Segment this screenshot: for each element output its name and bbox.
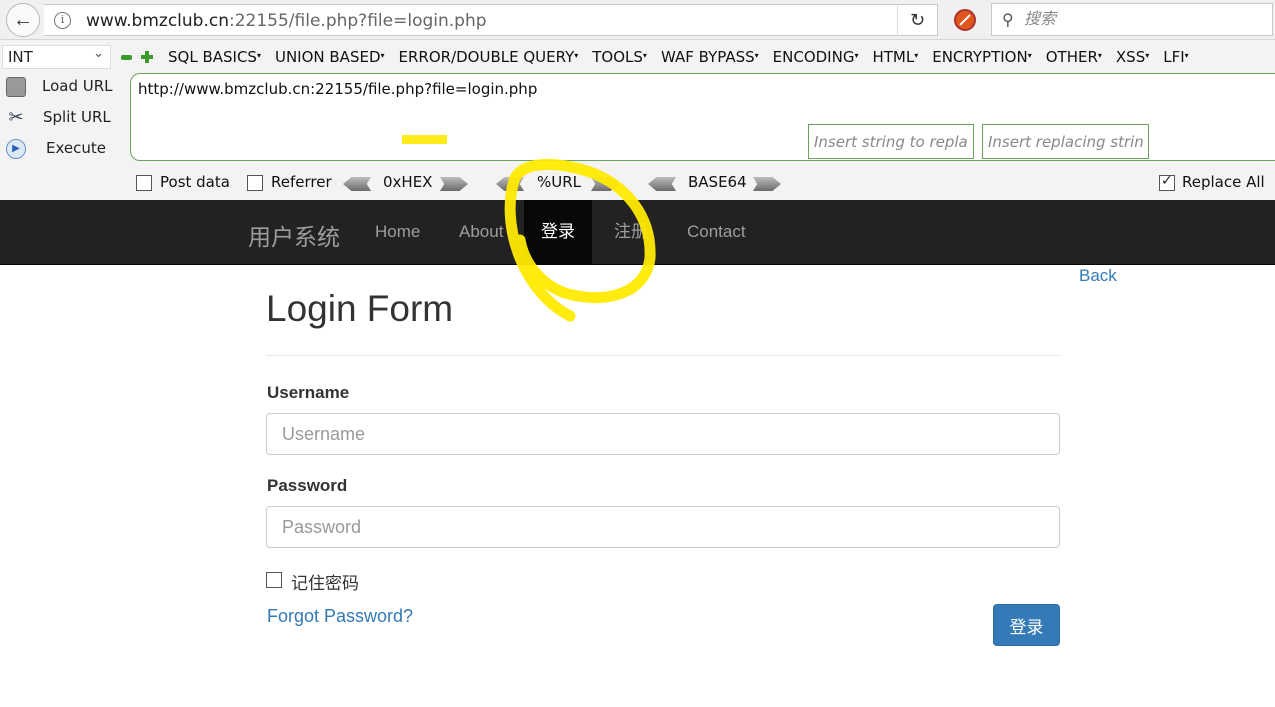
address-bar[interactable]: i www.bmzclub.cn:22155/file.php?file=log… <box>44 4 938 36</box>
hex-label: 0xHEX <box>383 173 433 191</box>
menu-arrow-icon: ▾ <box>574 51 579 60</box>
back-link[interactable]: Back <box>1079 266 1117 286</box>
scissors-icon: ✂ <box>8 107 24 128</box>
replace-all-label: Replace All <box>1182 173 1265 191</box>
load-url-button[interactable]: Load URL <box>6 74 121 102</box>
hackbar-menu-union-based[interactable]: UNION BASED▾ <box>275 48 385 66</box>
hackbar-menu-encoding[interactable]: ENCODING▾ <box>773 48 859 66</box>
hackbar-menu-waf-bypass[interactable]: WAF BYPASS▾ <box>661 48 759 66</box>
back-arrow-icon[interactable]: ← <box>6 3 40 37</box>
hackbar-options-row: Post data Referrer 0xHEX %URL BASE64 Rep… <box>0 168 1275 198</box>
nav-home[interactable]: Home <box>358 200 437 264</box>
menu-arrow-icon: ▾ <box>1184 51 1189 60</box>
page-title: Login Form <box>266 288 454 329</box>
hackbar-menu-sql-basics[interactable]: SQL BASICS▾ <box>168 48 261 66</box>
base64-encode-arrow-icon[interactable] <box>753 177 781 191</box>
execute-label: Execute <box>46 139 106 157</box>
url-decode-arrow-icon[interactable] <box>496 177 524 191</box>
base64-decode-arrow-icon[interactable] <box>648 177 676 191</box>
url-encode-arrow-icon[interactable] <box>591 177 619 191</box>
menu-arrow-icon: ▾ <box>1145 51 1150 60</box>
hackbar-menus: SQL BASICS▾ UNION BASED▾ ERROR/DOUBLE QUER… <box>168 48 1189 66</box>
divider <box>266 355 1060 356</box>
menu-arrow-icon: ▾ <box>642 51 647 60</box>
post-data-label: Post data <box>160 173 230 191</box>
hex-decode-arrow-icon[interactable] <box>343 177 371 191</box>
addon-block-icon[interactable] <box>954 9 976 31</box>
remember-checkbox[interactable] <box>266 572 282 588</box>
nav-contact[interactable]: Contact <box>670 200 763 264</box>
hackbar-menu-tools[interactable]: TOOLS▾ <box>592 48 647 66</box>
hackbar-menu-error-double-query[interactable]: ERROR/DOUBLE QUERY▾ <box>399 48 579 66</box>
hackbar-menu-encryption[interactable]: ENCRYPTION▾ <box>932 48 1031 66</box>
menu-arrow-icon: ▾ <box>380 51 385 60</box>
play-icon: ▶ <box>6 139 26 159</box>
plus-icon[interactable] <box>141 51 153 63</box>
hackbar-menu-other[interactable]: OTHER▾ <box>1046 48 1102 66</box>
minus-icon[interactable] <box>121 55 132 60</box>
hackbar-menu-row: INT ⌄ SQL BASICS▾ UNION BASED▾ ERROR/DOUBLE… <box>0 42 1275 72</box>
encoding-select-value: INT <box>8 48 33 66</box>
menu-arrow-icon: ▾ <box>754 51 759 60</box>
referrer-label: Referrer <box>271 173 332 191</box>
base64-label: BASE64 <box>688 173 747 191</box>
menu-arrow-icon: ▾ <box>1027 51 1032 60</box>
menu-arrow-icon: ▾ <box>256 51 261 60</box>
nav-about[interactable]: About <box>442 200 520 264</box>
search-box[interactable]: ⚲ <box>991 3 1273 36</box>
url-path: :22155/file.php?file=login.php <box>229 11 487 31</box>
nav-login[interactable]: 登录 <box>524 200 592 264</box>
hackbar-menu-html[interactable]: HTML▾ <box>872 48 918 66</box>
chevron-down-icon: ⌄ <box>93 46 104 61</box>
replace-all-checkbox[interactable] <box>1159 173 1175 191</box>
remember-label: 记住密码 <box>291 574 359 594</box>
address-url[interactable]: www.bmzclub.cn:22155/file.php?file=login… <box>86 11 487 31</box>
load-url-label: Load URL <box>42 77 113 95</box>
browser-toolbar: ← i www.bmzclub.cn:22155/file.php?file=l… <box>0 0 1275 40</box>
search-input[interactable] <box>1024 9 1264 28</box>
reload-icon[interactable]: ↻ <box>897 5 937 35</box>
hackbar-panel: INT ⌄ SQL BASICS▾ UNION BASED▾ ERROR/DOUBLE… <box>0 40 1275 200</box>
post-data-checkbox[interactable] <box>136 175 152 191</box>
site-navbar: 用户系统 Home About 登录 注册 Contact <box>0 200 1275 265</box>
login-submit-button[interactable]: 登录 <box>993 604 1060 646</box>
split-url-button[interactable]: ✂ Split URL <box>6 105 121 133</box>
username-field[interactable] <box>266 413 1060 455</box>
nav-register[interactable]: 注册 <box>597 200 665 264</box>
replacing-string-input[interactable] <box>982 124 1149 159</box>
highlight-mark <box>402 135 447 144</box>
password-label: Password <box>267 476 348 495</box>
menu-arrow-icon: ▾ <box>914 51 919 60</box>
search-icon: ⚲ <box>1002 12 1014 29</box>
replace-string-input[interactable] <box>808 124 974 159</box>
split-url-label: Split URL <box>43 108 111 126</box>
encoding-select[interactable]: INT ⌄ <box>2 45 111 69</box>
execute-button[interactable]: ▶ Execute <box>6 136 121 164</box>
referrer-checkbox[interactable] <box>247 175 263 191</box>
url-host: www.bmzclub.cn <box>86 11 229 31</box>
hex-encode-arrow-icon[interactable] <box>440 177 468 191</box>
username-label: Username <box>267 383 350 402</box>
password-field[interactable] <box>266 506 1060 548</box>
navbar-brand[interactable]: 用户系统 <box>248 218 340 252</box>
hackbar-menu-xss[interactable]: XSS▾ <box>1116 48 1149 66</box>
load-url-icon <box>6 77 26 97</box>
forgot-password-link[interactable]: Forgot Password? <box>267 606 413 627</box>
menu-arrow-icon: ▾ <box>854 51 859 60</box>
menu-arrow-icon: ▾ <box>1097 51 1102 60</box>
info-icon[interactable]: i <box>54 12 71 29</box>
hackbar-menu-lfi[interactable]: LFI▾ <box>1163 48 1188 66</box>
url-encode-label: %URL <box>537 173 582 191</box>
